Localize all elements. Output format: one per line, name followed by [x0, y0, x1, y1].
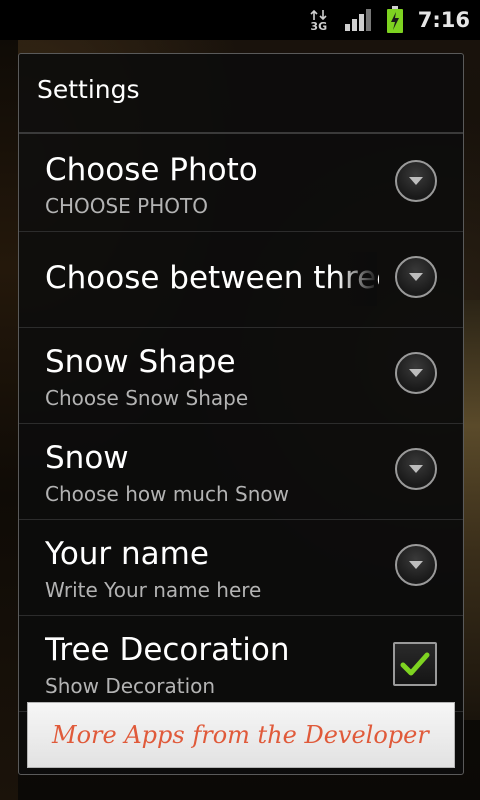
checkmark-icon — [400, 652, 430, 676]
background-wallpaper-tree — [462, 300, 480, 720]
chevron-down-icon — [409, 561, 423, 569]
title-divider — [19, 132, 463, 134]
data-3g-icon: 3G — [308, 6, 330, 34]
setting-choose-between-three[interactable]: Choose between three — [19, 232, 463, 328]
settings-list: Choose Photo CHOOSE PHOTO Choose between… — [19, 136, 463, 712]
setting-snow-shape[interactable]: Snow Shape Choose Snow Shape — [19, 328, 463, 424]
setting-title: Tree Decoration — [45, 632, 290, 668]
screen: 3G 7:16 Settings Choose Photo CHOOSE PHO… — [0, 0, 480, 800]
network-type-label: 3G — [310, 19, 328, 33]
setting-your-name[interactable]: Your name Write Your name here — [19, 520, 463, 616]
setting-title: Snow Shape — [45, 344, 236, 380]
chevron-down-icon — [409, 177, 423, 185]
setting-summary: CHOOSE PHOTO — [45, 194, 208, 218]
dropdown-button[interactable] — [395, 448, 437, 490]
dialog-title: Settings — [37, 75, 140, 104]
chevron-down-icon — [409, 369, 423, 377]
setting-title: Snow — [45, 440, 129, 476]
setting-title: Your name — [45, 536, 209, 572]
setting-choose-photo[interactable]: Choose Photo CHOOSE PHOTO — [19, 136, 463, 232]
more-apps-label: More Apps from the Developer — [52, 721, 429, 749]
tree-decoration-checkbox[interactable] — [393, 642, 437, 686]
more-apps-button[interactable]: More Apps from the Developer — [27, 702, 455, 768]
status-bar: 3G 7:16 — [0, 0, 480, 40]
background-wallpaper-left — [0, 40, 18, 800]
setting-tree-decoration[interactable]: Tree Decoration Show Decoration — [19, 616, 463, 712]
setting-summary: Show Decoration — [45, 674, 216, 698]
setting-summary: Choose how much Snow — [45, 482, 289, 506]
dropdown-button[interactable] — [395, 352, 437, 394]
settings-dialog: Settings Choose Photo CHOOSE PHOTO Choos… — [18, 53, 464, 775]
setting-title: Choose between three — [45, 260, 379, 296]
setting-summary: Write Your name here — [45, 578, 262, 602]
setting-title: Choose Photo — [45, 152, 258, 188]
title-fade-edge — [337, 252, 377, 306]
setting-summary: Choose Snow Shape — [45, 386, 249, 410]
dropdown-button[interactable] — [395, 160, 437, 202]
dropdown-button[interactable] — [395, 544, 437, 586]
setting-snow[interactable]: Snow Choose how much Snow — [19, 424, 463, 520]
chevron-down-icon — [409, 465, 423, 473]
signal-strength-icon — [344, 8, 372, 32]
status-clock: 7:16 — [417, 8, 470, 32]
battery-charging-icon — [386, 6, 404, 34]
chevron-down-icon — [409, 273, 423, 281]
dropdown-button[interactable] — [395, 256, 437, 298]
